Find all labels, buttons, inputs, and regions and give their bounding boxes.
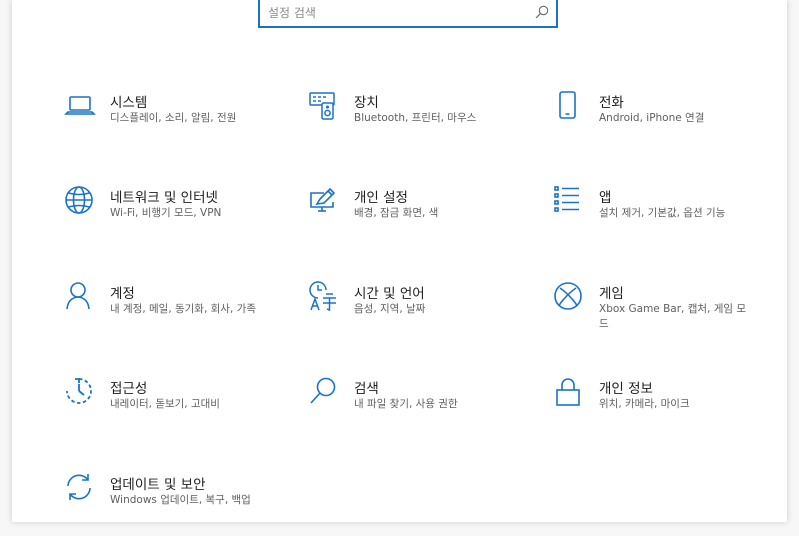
category-title: 계정 [110,286,135,302]
category-title: 네트워크 및 인터넷 [110,190,218,206]
lock-icon [553,376,585,408]
category-description: 디스플레이, 소리, 알림, 전원 [110,112,237,124]
category-title: 시스템 [110,95,148,111]
category-phone[interactable]: 전화 Android, iPhone 연결 [553,90,783,150]
phone-icon [553,90,585,122]
category-description: Xbox Game Bar, 캡처, 게임 모드 [599,303,747,330]
category-search[interactable]: 검색 내 파일 찾기, 사용 권한 [308,376,538,436]
settings-search-box[interactable] [258,0,558,28]
category-title: 검색 [354,381,379,397]
category-title: 업데이트 및 보안 [110,477,206,493]
category-description: 위치, 카메라, 마이크 [599,398,690,410]
globe-icon [64,185,96,217]
category-description: 배경, 잠금 화면, 색 [354,207,439,219]
category-description: Bluetooth, 프린터, 마우스 [354,112,477,124]
category-description: Android, iPhone 연결 [599,112,705,124]
search-icon [308,376,340,408]
time-language-icon [308,281,340,313]
category-network[interactable]: 네트워크 및 인터넷 Wi-Fi, 비행기 모드, VPN [64,185,294,245]
search-magnifier-icon[interactable] [534,4,550,20]
category-description: 내 파일 찾기, 사용 권한 [354,398,458,410]
category-title: 게임 [599,286,624,302]
category-description: 내 계정, 메일, 동기화, 회사, 가족 [110,303,256,315]
apps-list-icon [553,185,585,217]
category-title: 앱 [599,190,612,206]
category-description: Windows 업데이트, 복구, 백업 [110,494,251,506]
category-title: 장치 [354,95,379,111]
xbox-icon [553,281,585,313]
category-gaming[interactable]: 게임 Xbox Game Bar, 캡처, 게임 모드 [553,281,783,341]
category-title: 개인 설정 [354,190,408,206]
personalization-icon [308,185,340,217]
settings-window: 시스템 디스플레이, 소리, 알림, 전원 장치 Bluetooth, 프린터,… [12,0,787,522]
category-devices[interactable]: 장치 Bluetooth, 프린터, 마우스 [308,90,538,150]
category-time-language[interactable]: 시간 및 언어 음성, 지역, 날짜 [308,281,538,341]
category-update-security[interactable]: 업데이트 및 보안 Windows 업데이트, 복구, 백업 [64,472,294,532]
category-description: 설치 제거, 기본값, 옵션 기능 [599,207,726,219]
search-input[interactable] [268,2,528,24]
ease-of-access-icon [64,376,96,408]
category-accounts[interactable]: 계정 내 계정, 메일, 동기화, 회사, 가족 [64,281,294,341]
category-title: 시간 및 언어 [354,286,425,302]
update-icon [64,472,96,504]
category-privacy[interactable]: 개인 정보 위치, 카메라, 마이크 [553,376,783,436]
category-description: 음성, 지역, 날짜 [354,303,426,315]
category-title: 전화 [599,95,624,111]
category-title: 접근성 [110,381,148,397]
devices-icon [308,90,340,122]
laptop-icon [64,90,96,122]
category-description: Wi-Fi, 비행기 모드, VPN [110,207,222,219]
category-ease-of-access[interactable]: 접근성 내레이터, 돋보기, 고대비 [64,376,294,436]
category-description: 내레이터, 돋보기, 고대비 [110,398,220,410]
person-icon [64,281,96,313]
category-apps[interactable]: 앱 설치 제거, 기본값, 옵션 기능 [553,185,783,245]
category-title: 개인 정보 [599,381,653,397]
category-personalization[interactable]: 개인 설정 배경, 잠금 화면, 색 [308,185,538,245]
category-system[interactable]: 시스템 디스플레이, 소리, 알림, 전원 [64,90,294,150]
